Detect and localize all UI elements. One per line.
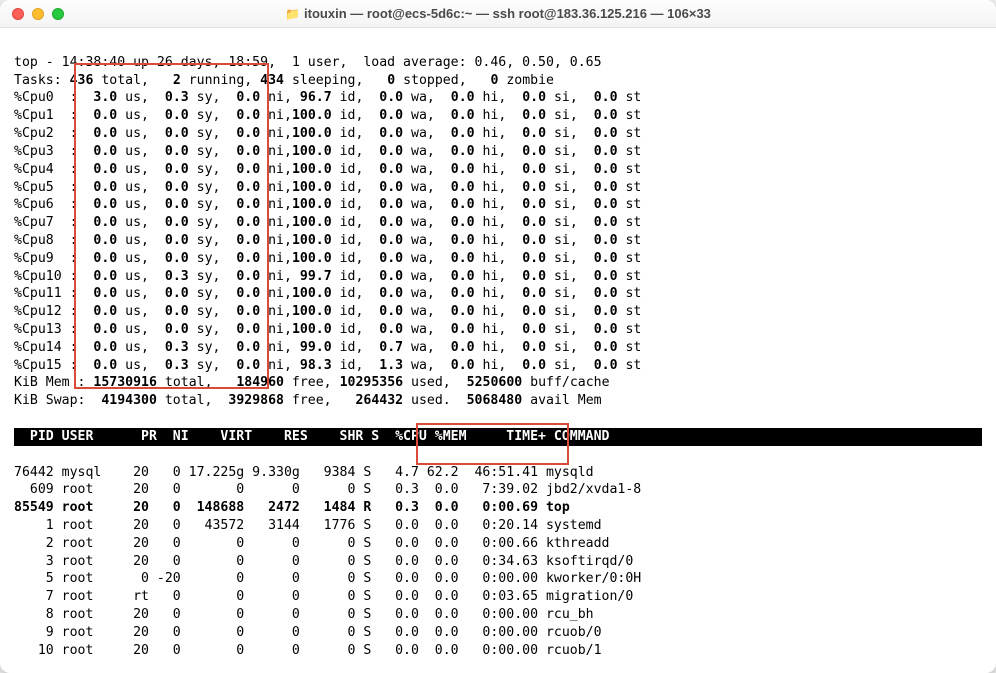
close-button[interactable] [12,8,24,20]
terminal-window: 📁 itouxin — root@ecs-5d6c:~ — ssh root@1… [0,0,996,673]
swap-line: KiB Swap: 4194300 total, 3929868 free, 2… [14,393,602,408]
terminal-content[interactable]: top - 14:38:40 up 26 days, 18:59, 1 user… [0,28,996,667]
zoom-button[interactable] [52,8,64,20]
top-line1: top - 14:38:40 up 26 days, 18:59, 1 user… [14,55,602,70]
folder-icon: 📁 [285,7,300,21]
window-title: 📁 itouxin — root@ecs-5d6c:~ — ssh root@1… [0,6,996,21]
tasks-line: Tasks: 436 total, 2 running, 434 sleepin… [14,73,554,88]
mem-line: KiB Mem : 15730916 total, 184960 free, 1… [14,375,610,390]
process-list: 76442 mysql 20 0 17.225g 9.330g 9384 S 4… [14,465,641,658]
process-header: PID USER PR NI VIRT RES SHR S %CPU %MEM … [14,428,982,446]
traffic-lights [0,8,64,20]
minimize-button[interactable] [32,8,44,20]
window-title-text: itouxin — root@ecs-5d6c:~ — ssh root@183… [304,6,711,21]
cpu-lines: %Cpu0 : 3.0 us, 0.3 sy, 0.0 ni, 96.7 id,… [14,90,641,372]
titlebar: 📁 itouxin — root@ecs-5d6c:~ — ssh root@1… [0,0,996,28]
